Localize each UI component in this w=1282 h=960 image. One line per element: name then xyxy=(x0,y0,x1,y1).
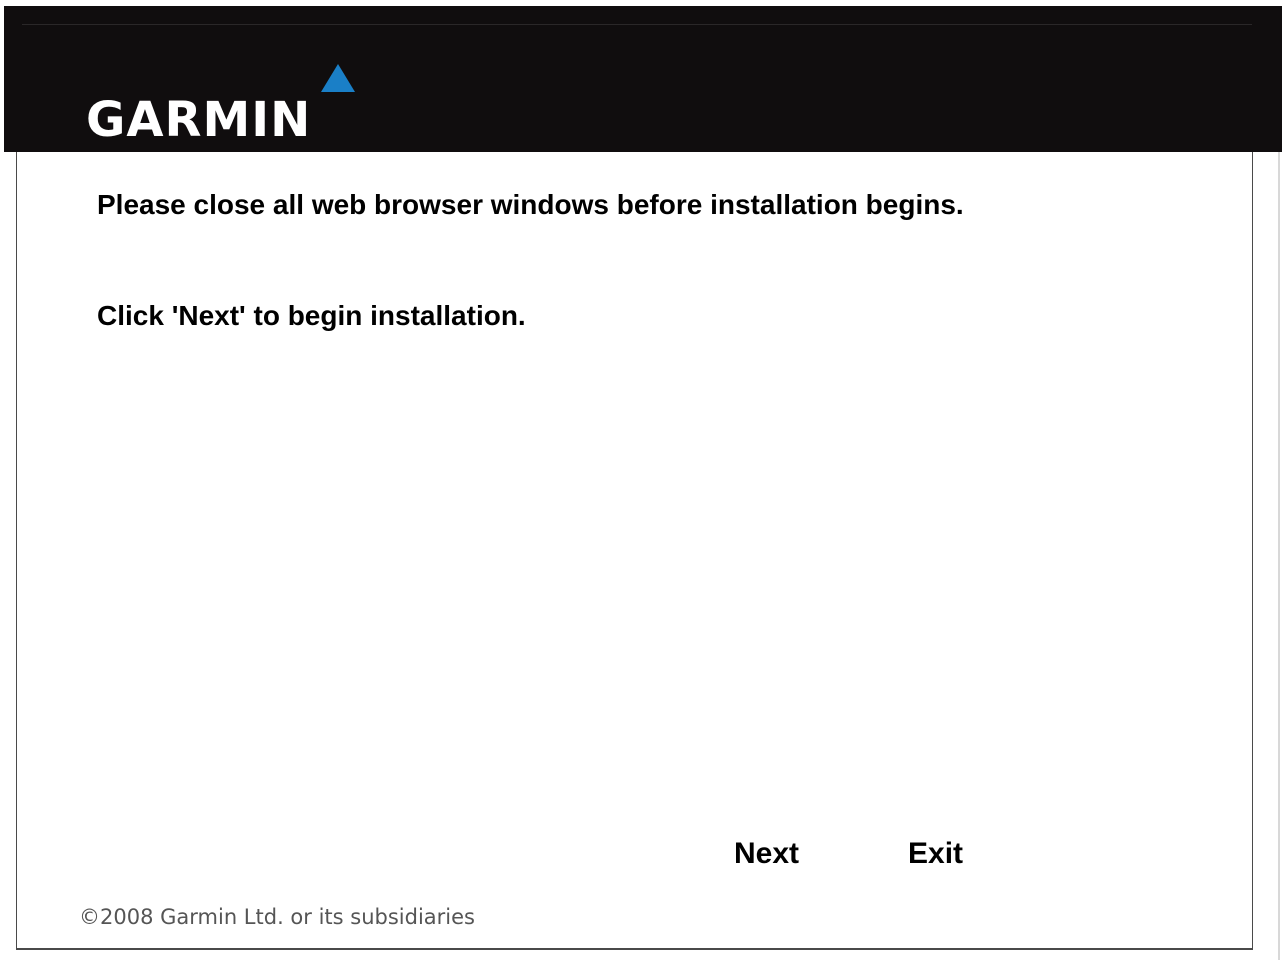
close-browsers-message: Please close all web browser windows bef… xyxy=(97,189,964,220)
click-next-message: Click 'Next' to begin installation. xyxy=(97,300,526,331)
header-bar: GARMIN xyxy=(4,6,1282,152)
garmin-logo: GARMIN xyxy=(86,58,386,148)
exit-button[interactable]: Exit xyxy=(908,836,963,872)
content-panel: Please close all web browser windows bef… xyxy=(16,152,1253,950)
installer-window: GARMIN Please close all web browser wind… xyxy=(0,0,1282,960)
next-button[interactable]: Next xyxy=(734,836,799,872)
logo-triangle-icon xyxy=(321,64,355,92)
window-edge xyxy=(1278,152,1280,960)
header-divider xyxy=(22,24,1252,25)
logo-text: GARMIN xyxy=(86,92,312,148)
copyright-text: ©2008 Garmin Ltd. or its subsidiaries xyxy=(79,905,475,929)
